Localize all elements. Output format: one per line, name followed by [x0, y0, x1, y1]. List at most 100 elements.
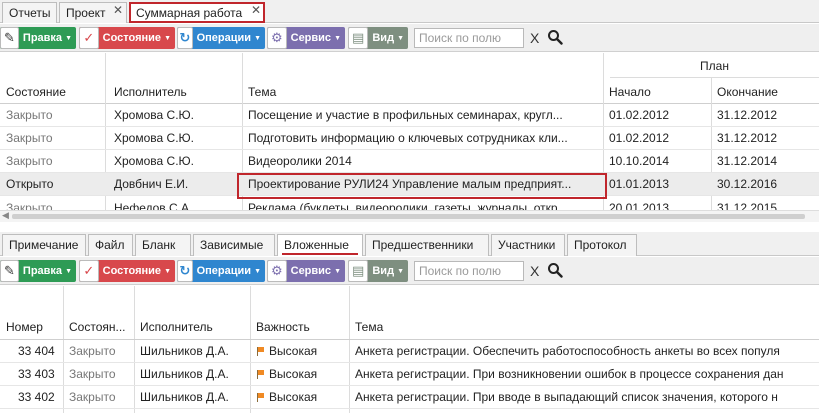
dropdown-arrow-icon: ▼: [65, 267, 72, 275]
row-topic: Посещение и участие в профильных семинар…: [248, 108, 563, 122]
status-icon: ✓: [79, 260, 99, 282]
horizontal-scrollbar[interactable]: ◀: [0, 210, 819, 222]
dropdown-arrow-icon: ▼: [254, 34, 261, 42]
tab-participants-label: Участники: [498, 238, 556, 252]
row-status: Закрыто: [69, 390, 116, 404]
dropdown-arrow-icon: ▼: [397, 267, 404, 275]
edit-menu-button[interactable]: ✎ Правка ▼: [0, 260, 76, 282]
tab-protocol[interactable]: Протокол: [567, 234, 637, 256]
tab-file-label: Файл: [95, 238, 125, 252]
operations-menu-label: Операции: [196, 32, 252, 44]
tab-dependent-label: Зависимые: [200, 238, 264, 252]
column-header-executor[interactable]: Исполнитель: [140, 320, 213, 334]
gear-icon: ⚙: [267, 27, 287, 49]
status-menu-button[interactable]: ✓ Состояние ▼: [79, 260, 175, 282]
summary-work-grid: План Состояние Исполнитель Тема Начало О…: [0, 53, 819, 221]
search-icon[interactable]: [547, 29, 563, 45]
gear-icon: ⚙: [267, 260, 287, 282]
column-header-executor[interactable]: Исполнитель: [114, 85, 187, 99]
tab-participants[interactable]: Участники: [491, 234, 565, 256]
search-icon[interactable]: [547, 262, 563, 278]
edit-menu-button[interactable]: ✎ Правка ▼: [0, 27, 76, 49]
row-number: 33 402: [18, 390, 55, 404]
tab-reports[interactable]: Отчеты: [2, 2, 57, 23]
detail-tab-bar: Примечание Файл Бланк Зависимые Вложенны…: [0, 232, 819, 256]
service-menu-label: Сервис: [290, 265, 332, 277]
search-input[interactable]: Поиск по полю: [414, 28, 524, 48]
dropdown-arrow-icon: ▼: [65, 34, 72, 42]
service-menu-button[interactable]: ⚙ Сервис ▼: [267, 260, 345, 282]
clear-search-button[interactable]: X: [530, 263, 539, 279]
row-start: 01.02.2012: [609, 108, 670, 122]
column-header-topic[interactable]: Тема: [248, 85, 276, 99]
tab-predecessors[interactable]: Предшественники: [365, 234, 489, 256]
column-header-end[interactable]: Окончание: [717, 85, 778, 99]
row-executor: Шильников Д.А.: [140, 367, 229, 381]
tab-form[interactable]: Бланк: [135, 234, 191, 256]
edit-menu-label: Правка: [22, 265, 63, 277]
column-header-number[interactable]: Номер: [6, 320, 43, 334]
dropdown-arrow-icon: ▼: [254, 267, 261, 275]
dropdown-arrow-icon: ▼: [334, 267, 341, 275]
tab-nested[interactable]: Вложенные: [277, 234, 363, 256]
status-menu-label: Состояние: [102, 32, 162, 44]
tab-summary-work[interactable]: Суммарная работа ✕: [129, 2, 265, 23]
row-executor: Хромова С.Ю.: [114, 154, 194, 168]
dropdown-arrow-icon: ▼: [334, 34, 341, 42]
scrollbar-thumb[interactable]: [12, 214, 805, 219]
tab-notes[interactable]: Примечание: [2, 234, 86, 256]
row-executor: Хромова С.Ю.: [114, 108, 194, 122]
view-menu-button[interactable]: ▤ Вид ▼: [348, 260, 408, 282]
search-input[interactable]: Поиск по полю: [414, 261, 524, 281]
view-menu-button[interactable]: ▤ Вид ▼: [348, 27, 408, 49]
status-menu-button[interactable]: ✓ Состояние ▼: [79, 27, 175, 49]
view-menu-label: Вид: [372, 265, 395, 277]
table-row[interactable]: 33 402 Закрыто Шильников Д.А. Высокая Ан…: [0, 386, 819, 409]
top-tab-bar: Отчеты Проект ✕ Суммарная работа ✕: [0, 0, 819, 23]
close-icon[interactable]: ✕: [251, 3, 261, 17]
main-toolbar: ✎ Правка ▼ ✓ Состояние ▼ ↻ Операции ▼ ⚙ Сер…: [0, 24, 819, 52]
table-row[interactable]: 33 404 Закрыто Шильников Д.А. Высокая Ан…: [0, 340, 819, 363]
row-executor: Хромова С.Ю.: [114, 131, 194, 145]
row-importance: Высокая: [257, 390, 317, 404]
status-menu-label: Состояние: [102, 265, 162, 277]
row-executor: Шильников Д.А.: [140, 344, 229, 358]
row-end: 30.12.2016: [717, 177, 778, 191]
row-number: 33 404: [18, 344, 55, 358]
row-topic: Анкета регистрации. Обеспечить работоспо…: [355, 344, 780, 358]
tab-file[interactable]: Файл: [88, 234, 133, 256]
table-row[interactable]: Закрыто Хромова С.Ю. Подготовить информа…: [0, 127, 819, 150]
column-header-topic[interactable]: Тема: [355, 320, 383, 334]
dropdown-arrow-icon: ▼: [164, 34, 171, 42]
table-row[interactable]: Закрыто Хромова С.Ю. Посещение и участие…: [0, 104, 819, 127]
row-importance: Высокая: [257, 367, 317, 381]
detail-toolbar: ✎ Правка ▼ ✓ Состояние ▼ ↻ Операции ▼ ⚙ Сер…: [0, 257, 819, 285]
tab-predecessors-label: Предшественники: [372, 238, 474, 252]
view-icon: ▤: [348, 27, 369, 49]
row-status: Закрыто: [69, 367, 116, 381]
tab-dependent[interactable]: Зависимые: [193, 234, 275, 256]
column-header-status[interactable]: Состоян...: [69, 320, 126, 334]
scroll-left-icon[interactable]: ◀: [2, 210, 9, 221]
table-row[interactable]: Закрыто Хромова С.Ю. Видеоролики 2014 10…: [0, 150, 819, 173]
operations-menu-button[interactable]: ↻ Операции ▼: [177, 27, 265, 49]
operations-menu-label: Операции: [196, 265, 252, 277]
operations-menu-button[interactable]: ↻ Операции ▼: [177, 260, 265, 282]
column-header-start[interactable]: Начало: [609, 85, 651, 99]
column-header-importance[interactable]: Важность: [256, 320, 310, 334]
service-menu-label: Сервис: [290, 32, 332, 44]
row-start: 01.01.2013: [609, 177, 670, 191]
row-status: Закрыто: [6, 154, 53, 168]
table-row[interactable]: 33 403 Закрыто Шильников Д.А. Высокая Ан…: [0, 363, 819, 386]
nested-items-grid: Номер Состоян... Исполнитель Важность Те…: [0, 286, 819, 413]
row-importance-label: Высокая: [269, 367, 318, 381]
refresh-icon: ↻: [177, 260, 193, 282]
clear-search-button[interactable]: X: [530, 30, 539, 46]
row-start: 10.10.2014: [609, 154, 670, 168]
tab-project[interactable]: Проект ✕: [59, 2, 127, 23]
column-header-status[interactable]: Состояние: [6, 85, 66, 99]
close-icon[interactable]: ✕: [113, 3, 123, 17]
service-menu-button[interactable]: ⚙ Сервис ▼: [267, 27, 345, 49]
row-end: 31.12.2014: [717, 154, 778, 168]
row-executor: Шильников Д.А.: [140, 390, 229, 404]
